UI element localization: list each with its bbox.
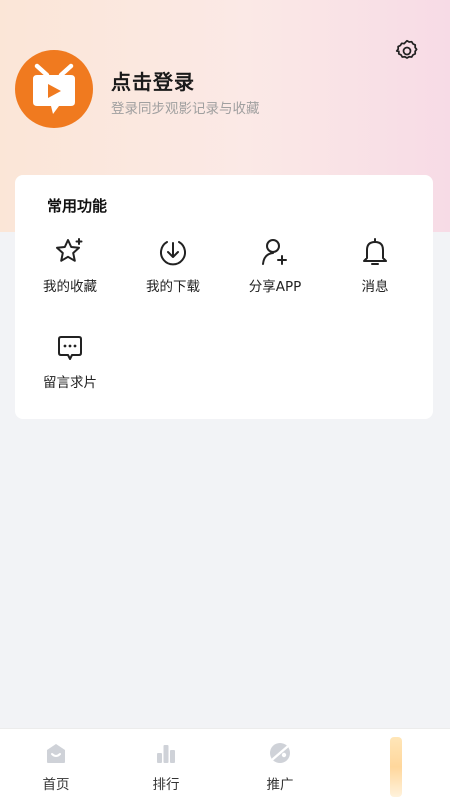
feature-label: 我的下载 bbox=[146, 279, 200, 295]
feature-downloads[interactable]: 我的下载 bbox=[123, 235, 223, 305]
tab-label: 首页 bbox=[42, 777, 70, 793]
avatar[interactable] bbox=[15, 50, 93, 128]
login-title[interactable]: 点击登录 bbox=[111, 66, 195, 95]
gear-icon bbox=[394, 38, 420, 68]
download-icon bbox=[156, 235, 190, 269]
tab-promote[interactable]: 推广 bbox=[224, 729, 336, 800]
feature-label: 分享APP bbox=[248, 279, 302, 295]
tab-label: 推广 bbox=[266, 777, 294, 793]
tab-label: 排行 bbox=[152, 777, 180, 793]
bottom-tab-bar: 首页 排行 推广 bbox=[0, 728, 450, 800]
chart-bars-icon bbox=[152, 739, 180, 767]
feature-request-movie[interactable]: 留言求片 bbox=[20, 331, 120, 401]
tab-home[interactable]: 首页 bbox=[0, 729, 112, 800]
feature-messages[interactable]: 消息 bbox=[325, 235, 425, 305]
star-sparkle-icon bbox=[53, 235, 87, 269]
home-icon bbox=[42, 739, 70, 767]
feature-share-app[interactable]: 分享APP bbox=[225, 235, 325, 305]
login-subtitle: 登录同步观影记录与收藏 bbox=[111, 101, 260, 117]
feature-label: 消息 bbox=[361, 279, 389, 295]
feature-label: 我的收藏 bbox=[43, 279, 97, 295]
message-bubble-icon bbox=[53, 331, 87, 365]
add-person-icon bbox=[258, 235, 292, 269]
feature-label: 留言求片 bbox=[43, 375, 97, 391]
tab-mine-indicator bbox=[390, 737, 402, 797]
bell-icon bbox=[358, 235, 392, 269]
tab-ranking[interactable]: 排行 bbox=[110, 729, 222, 800]
card-title: 常用功能 bbox=[47, 197, 108, 215]
feature-favorites[interactable]: 我的收藏 bbox=[20, 235, 120, 305]
settings-button[interactable] bbox=[390, 36, 424, 70]
common-functions-card: 常用功能 我的收藏 我的下载 分享APP 消息 留言求片 bbox=[15, 175, 433, 419]
promote-icon bbox=[266, 739, 294, 767]
